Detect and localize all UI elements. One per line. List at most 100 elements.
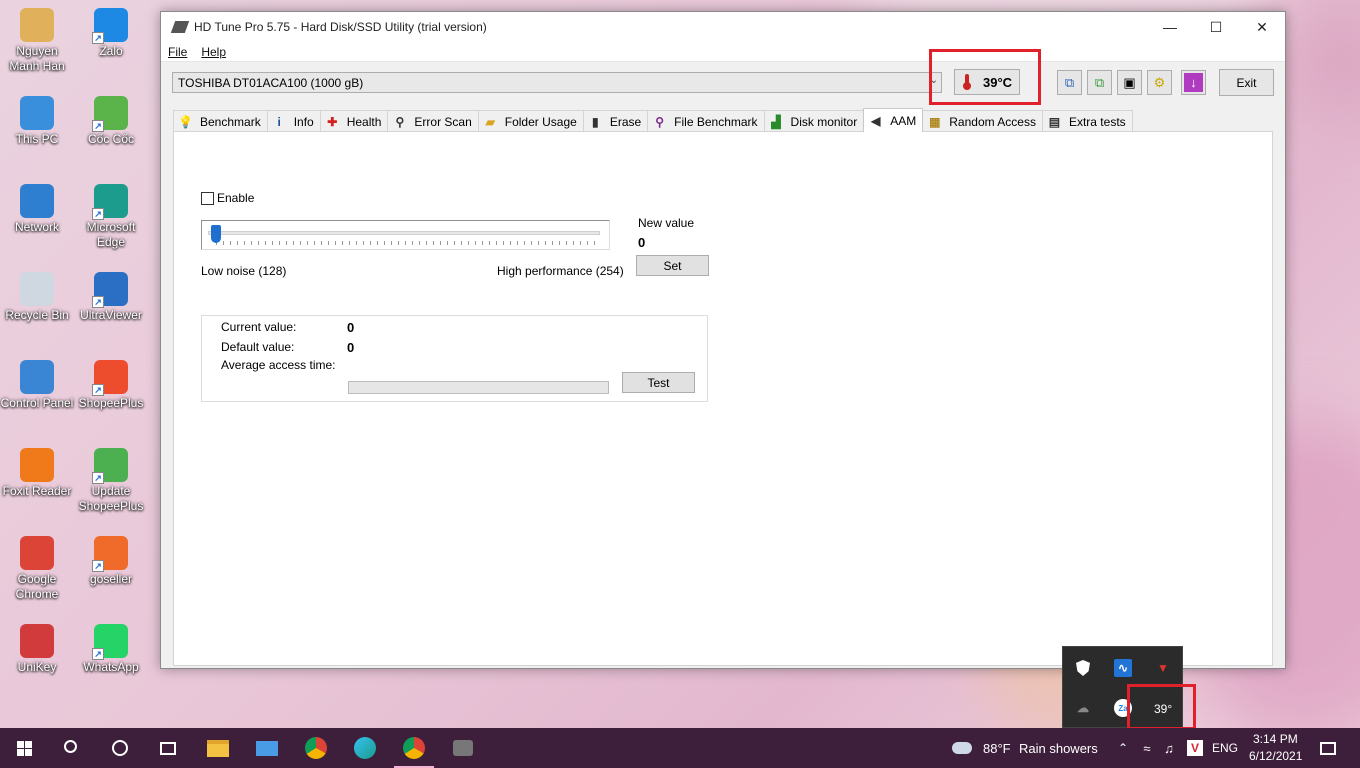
magnifier-icon: ⚲ [395, 114, 405, 129]
whatsapp-icon: ↗ [92, 624, 128, 660]
tab-info[interactable]: i Info [266, 110, 321, 132]
user-folder-icon [20, 8, 54, 42]
onedrive-cloud-icon[interactable]: ☁ [1074, 699, 1092, 717]
set-button[interactable]: Set [636, 255, 709, 276]
desktop-icon-label: UniKey [17, 660, 57, 674]
search-button[interactable] [48, 728, 96, 768]
desktop-icon-ultraviewer[interactable]: ↗ UltraViewer [74, 272, 148, 323]
desktop-icon-label: Nguyen Manh Han [9, 44, 65, 73]
foxit-reader-icon [20, 448, 54, 482]
waves-audio-icon[interactable]: ∿ [1114, 659, 1132, 677]
desktop-icon-zalo[interactable]: ↗ Zalo [74, 8, 148, 59]
tab-disk-monitor[interactable]: ▟ Disk monitor [763, 110, 865, 132]
action-center-button[interactable] [1314, 728, 1342, 768]
desktop-icon-chrome[interactable]: Google Chrome [0, 536, 74, 602]
maximize-button[interactable]: ☐ [1193, 12, 1239, 42]
desktop-icon-goseller[interactable]: ↗ goseller [74, 536, 148, 587]
weather-description[interactable]: Rain showers [1019, 741, 1098, 756]
desktop-icon-label: UltraViewer [80, 308, 142, 322]
tab-random-access[interactable]: ▦ Random Access [922, 110, 1043, 132]
highlight-box-tray-temperature [1127, 684, 1196, 730]
clock-time[interactable]: 3:14 PM [1253, 732, 1298, 746]
copy-all-icon: ⧉ [1094, 74, 1105, 90]
desktop-icon-update-shopeeplus[interactable]: ↗ Update ShopeePlus [74, 448, 148, 514]
file-benchmark-icon: ⚲ [655, 114, 665, 129]
file-explorer-taskbar[interactable] [194, 728, 242, 768]
drive-select-value: TOSHIBA DT01ACA100 (1000 gB) [178, 76, 364, 90]
tab-erase[interactable]: ▮ Erase [582, 110, 649, 132]
slider-thumb[interactable] [211, 225, 221, 243]
edge-taskbar[interactable] [341, 728, 389, 768]
tab-error-scan[interactable]: ⚲ Error Scan [387, 110, 479, 132]
menu-help[interactable]: Help [201, 45, 226, 59]
chrome-taskbar-2[interactable] [390, 728, 438, 768]
defender-shield-icon[interactable] [1074, 659, 1092, 677]
weather-cloud-icon[interactable] [950, 728, 974, 768]
tab-aam[interactable]: ◀ AAM [863, 108, 924, 132]
desktop-icon-label: Control Panel [0, 396, 74, 410]
enable-checkbox[interactable] [201, 192, 214, 205]
desktop-icon-recycle-bin[interactable]: Recycle Bin [0, 272, 74, 323]
extra-tests-icon: ▤ [1048, 114, 1061, 129]
copy-icon: ⧉ [1064, 74, 1075, 90]
desktop-icon-label: Update ShopeePlus [78, 484, 144, 513]
notification-icon [1320, 741, 1336, 755]
goseller-icon: ↗ [92, 536, 128, 572]
input-language[interactable]: ENG [1212, 741, 1238, 755]
vivaldi-tray-icon[interactable]: V [1184, 728, 1206, 768]
volume-icon[interactable]: ♫ [1158, 728, 1180, 768]
desktop-icon-unikey[interactable]: UniKey [0, 624, 74, 675]
desktop-icon-label: goseller [89, 572, 133, 586]
clock-date[interactable]: 6/12/2021 [1249, 749, 1302, 763]
test-button[interactable]: Test [622, 372, 695, 393]
access-time-progress [348, 381, 609, 394]
show-hidden-icons-button[interactable]: ⌃ [1112, 728, 1134, 768]
tab-health[interactable]: ✚ Health [319, 110, 389, 132]
menu-file[interactable]: File [168, 45, 187, 59]
desktop-icon-whatsapp[interactable]: ↗ WhatsApp [74, 624, 148, 675]
desktop-icon-coccoc[interactable]: ↗ Cốc Cốc [74, 96, 148, 147]
minimize-button[interactable]: — [1147, 12, 1193, 42]
desktop-icon-edge[interactable]: ↗ Microsoft Edge [74, 184, 148, 250]
cortana-button[interactable] [96, 728, 144, 768]
desktop-icon-computer[interactable]: This PC [0, 96, 74, 147]
task-view-button[interactable] [144, 728, 192, 768]
microphone-icon[interactable]: ▼ [1154, 659, 1172, 677]
tab-label: Erase [609, 114, 642, 129]
zalo-icon: ↗ [92, 8, 128, 44]
chrome-taskbar[interactable] [292, 728, 340, 768]
aam-slider[interactable] [201, 220, 610, 250]
tab-file-benchmark[interactable]: ⚲ File Benchmark [647, 110, 765, 132]
exit-button[interactable]: Exit [1219, 69, 1274, 96]
drive-select[interactable]: TOSHIBA DT01ACA100 (1000 gB) ⌄ [172, 72, 942, 93]
mail-taskbar[interactable] [243, 728, 291, 768]
screenshot-button[interactable]: ▣ [1117, 70, 1142, 95]
tab-label: AAM [890, 113, 917, 128]
hdtune-taskbar[interactable] [439, 728, 487, 768]
desktop-icon-foxit-reader[interactable]: Foxit Reader [0, 448, 74, 499]
ultraviewer-icon: ↗ [92, 272, 128, 308]
wifi-icon[interactable]: ≈ [1136, 728, 1158, 768]
tab-extra-tests[interactable]: ▤ Extra tests [1041, 110, 1133, 132]
options-button[interactable]: ⚙ [1147, 70, 1172, 95]
default-value: 0 [347, 340, 355, 355]
tab-benchmark[interactable]: 💡 Benchmark [173, 110, 268, 132]
copy-info-button[interactable]: ⧉ [1057, 70, 1082, 95]
title-bar[interactable]: HD Tune Pro 5.75 - Hard Disk/SSD Utility… [161, 12, 1285, 42]
high-performance-label: High performance (254) [497, 264, 624, 278]
start-button[interactable] [0, 728, 48, 768]
tab-folder-usage[interactable]: ▰ Folder Usage [477, 110, 584, 132]
desktop-icon-control-panel[interactable]: Control Panel [0, 360, 74, 411]
copy-all-button[interactable]: ⧉ [1087, 70, 1112, 95]
desktop-icon-user-folder[interactable]: Nguyen Manh Han [0, 8, 74, 74]
toolbar: TOSHIBA DT01ACA100 (1000 gB) ⌄ 39°C ⧉ ⧉ … [161, 49, 1285, 107]
save-button[interactable]: ↓ [1181, 70, 1206, 95]
hdtune-window: HD Tune Pro 5.75 - Hard Disk/SSD Utility… [160, 11, 1286, 669]
desktop-icon-network[interactable]: Network [0, 184, 74, 235]
shortcut-arrow-icon: ↗ [92, 32, 104, 44]
weather-temperature[interactable]: 88°F [983, 741, 1011, 756]
disk-monitor-icon: ▟ [771, 114, 781, 129]
close-button[interactable]: ✕ [1239, 12, 1285, 42]
aam-info-group: Current value: 0 Default value: 0 Averag… [201, 315, 708, 402]
desktop-icon-shopeeplus[interactable]: ↗ ShopeePlus [74, 360, 148, 411]
